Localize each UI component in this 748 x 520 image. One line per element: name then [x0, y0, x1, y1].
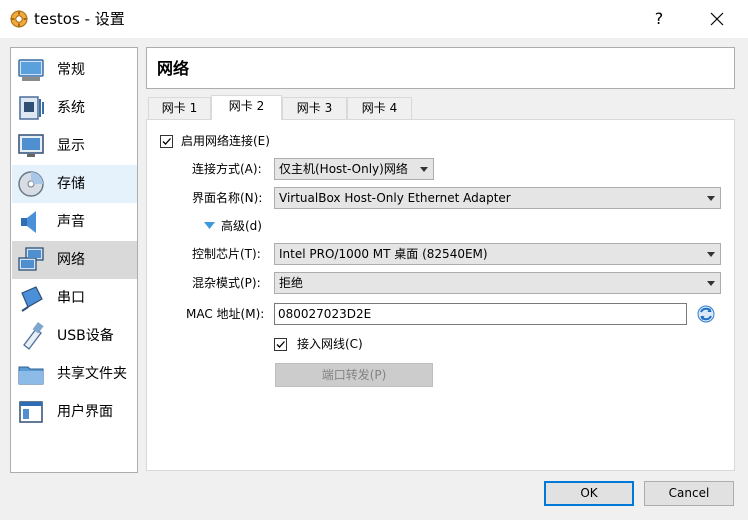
tab-adapter-1[interactable]: 网卡 1	[148, 97, 211, 119]
adapter-name-select[interactable]: VirtualBox Host-Only Ethernet Adapter	[274, 187, 721, 209]
sidebar-item-audio[interactable]: 声音	[12, 203, 137, 241]
tab-adapter-3[interactable]: 网卡 3	[282, 97, 347, 119]
close-icon	[710, 12, 724, 26]
sidebar-item-label: 串口	[57, 290, 85, 306]
sidebar-item-usb[interactable]: USB设备	[12, 317, 137, 355]
advanced-toggle[interactable]: 高级(d)	[204, 218, 274, 234]
generate-mac-button[interactable]	[695, 303, 717, 325]
sidebar-item-label: 存储	[57, 176, 85, 192]
chevron-down-icon	[707, 196, 715, 201]
cable-connected-checkbox[interactable]	[274, 338, 287, 351]
sidebar-item-label: 网络	[57, 252, 85, 268]
promiscuous-mode-label: 混杂模式(P):	[192, 276, 261, 290]
enable-adapter-label: 启用网络连接(E)	[181, 134, 270, 148]
ok-button[interactable]: OK	[544, 481, 634, 506]
sidebar-item-network[interactable]: 网络	[12, 241, 137, 279]
sidebar-item-user-interface[interactable]: 用户界面	[12, 393, 137, 431]
sidebar-item-label: 声音	[57, 214, 85, 230]
adapter-type-select[interactable]: Intel PRO/1000 MT 桌面 (82540EM)	[274, 243, 721, 265]
help-button[interactable]: ?	[645, 6, 673, 32]
adapter-name-value: VirtualBox Host-Only Ethernet Adapter	[279, 191, 511, 205]
sidebar-item-storage[interactable]: 存储	[12, 165, 137, 203]
promiscuous-mode-select[interactable]: 拒绝	[274, 272, 721, 294]
virtualbox-app-icon	[10, 10, 28, 28]
attached-to-label: 连接方式(A):	[192, 162, 262, 176]
window-icon	[19, 401, 43, 423]
attached-to-select[interactable]: 仅主机(Host-Only)网络	[274, 158, 434, 180]
chevron-down-icon	[707, 281, 715, 286]
folder-icon	[18, 366, 44, 385]
promiscuous-mode-value: 拒绝	[279, 276, 304, 290]
sidebar-item-display[interactable]: 显示	[12, 127, 137, 165]
sidebar-item-label: USB设备	[57, 328, 114, 344]
serial-port-icon	[21, 286, 43, 312]
page-header: 网络	[146, 47, 735, 89]
sidebar-item-system[interactable]: 系统	[12, 89, 137, 127]
usb-icon	[23, 322, 44, 350]
sidebar-item-label: 用户界面	[57, 404, 113, 420]
tab-adapter-2[interactable]: 网卡 2	[211, 95, 282, 120]
chevron-down-icon	[420, 167, 428, 172]
triangle-down-icon	[204, 222, 215, 229]
disk-icon	[18, 171, 44, 197]
title-bar: testos - 设置 ?	[0, 0, 748, 38]
attached-to-value: 仅主机(Host-Only)网络	[279, 162, 408, 176]
sidebar-item-label: 常规	[57, 62, 85, 78]
port-forwarding-button[interactable]: 端口转发(P)	[275, 363, 433, 387]
mac-address-input[interactable]: 080027023D2E	[274, 303, 687, 325]
page-title: 网络	[157, 59, 190, 78]
adapter-type-value: Intel PRO/1000 MT 桌面 (82540EM)	[279, 247, 488, 261]
monitor-icon	[18, 59, 44, 81]
sidebar-item-serial-ports[interactable]: 串口	[12, 279, 137, 317]
network-icon	[18, 247, 44, 271]
sidebar-item-label: 共享文件夹	[57, 366, 127, 382]
refresh-icon	[697, 305, 715, 323]
cancel-button[interactable]: Cancel	[644, 481, 734, 506]
sidebar-item-label: 系统	[57, 100, 85, 116]
checkmark-icon	[162, 138, 171, 145]
tab-adapter-4[interactable]: 网卡 4	[347, 97, 412, 119]
display-icon	[18, 134, 44, 157]
checkmark-icon	[276, 341, 285, 348]
sidebar-item-label: 显示	[57, 138, 85, 154]
advanced-label: 高级(d)	[221, 219, 262, 233]
enable-adapter-checkbox[interactable]	[160, 135, 173, 148]
adapter-type-label: 控制芯片(T):	[192, 247, 261, 261]
window-title: testos - 设置	[34, 10, 125, 28]
mac-address-label: MAC 地址(M):	[186, 307, 265, 321]
cable-connected-label: 接入网线(C)	[297, 337, 363, 351]
close-button[interactable]	[700, 6, 734, 32]
adapter-name-label: 界面名称(N):	[192, 191, 263, 205]
speaker-icon	[21, 211, 36, 233]
chip-icon	[19, 96, 44, 120]
sidebar-item-general[interactable]: 常规	[12, 51, 137, 89]
sidebar-item-shared-folders[interactable]: 共享文件夹	[12, 355, 137, 393]
chevron-down-icon	[707, 252, 715, 257]
settings-sidebar: 常规 系统 显示 存储 声音 网络 串口 USB设备 共享文件夹 用户界面	[10, 47, 138, 473]
